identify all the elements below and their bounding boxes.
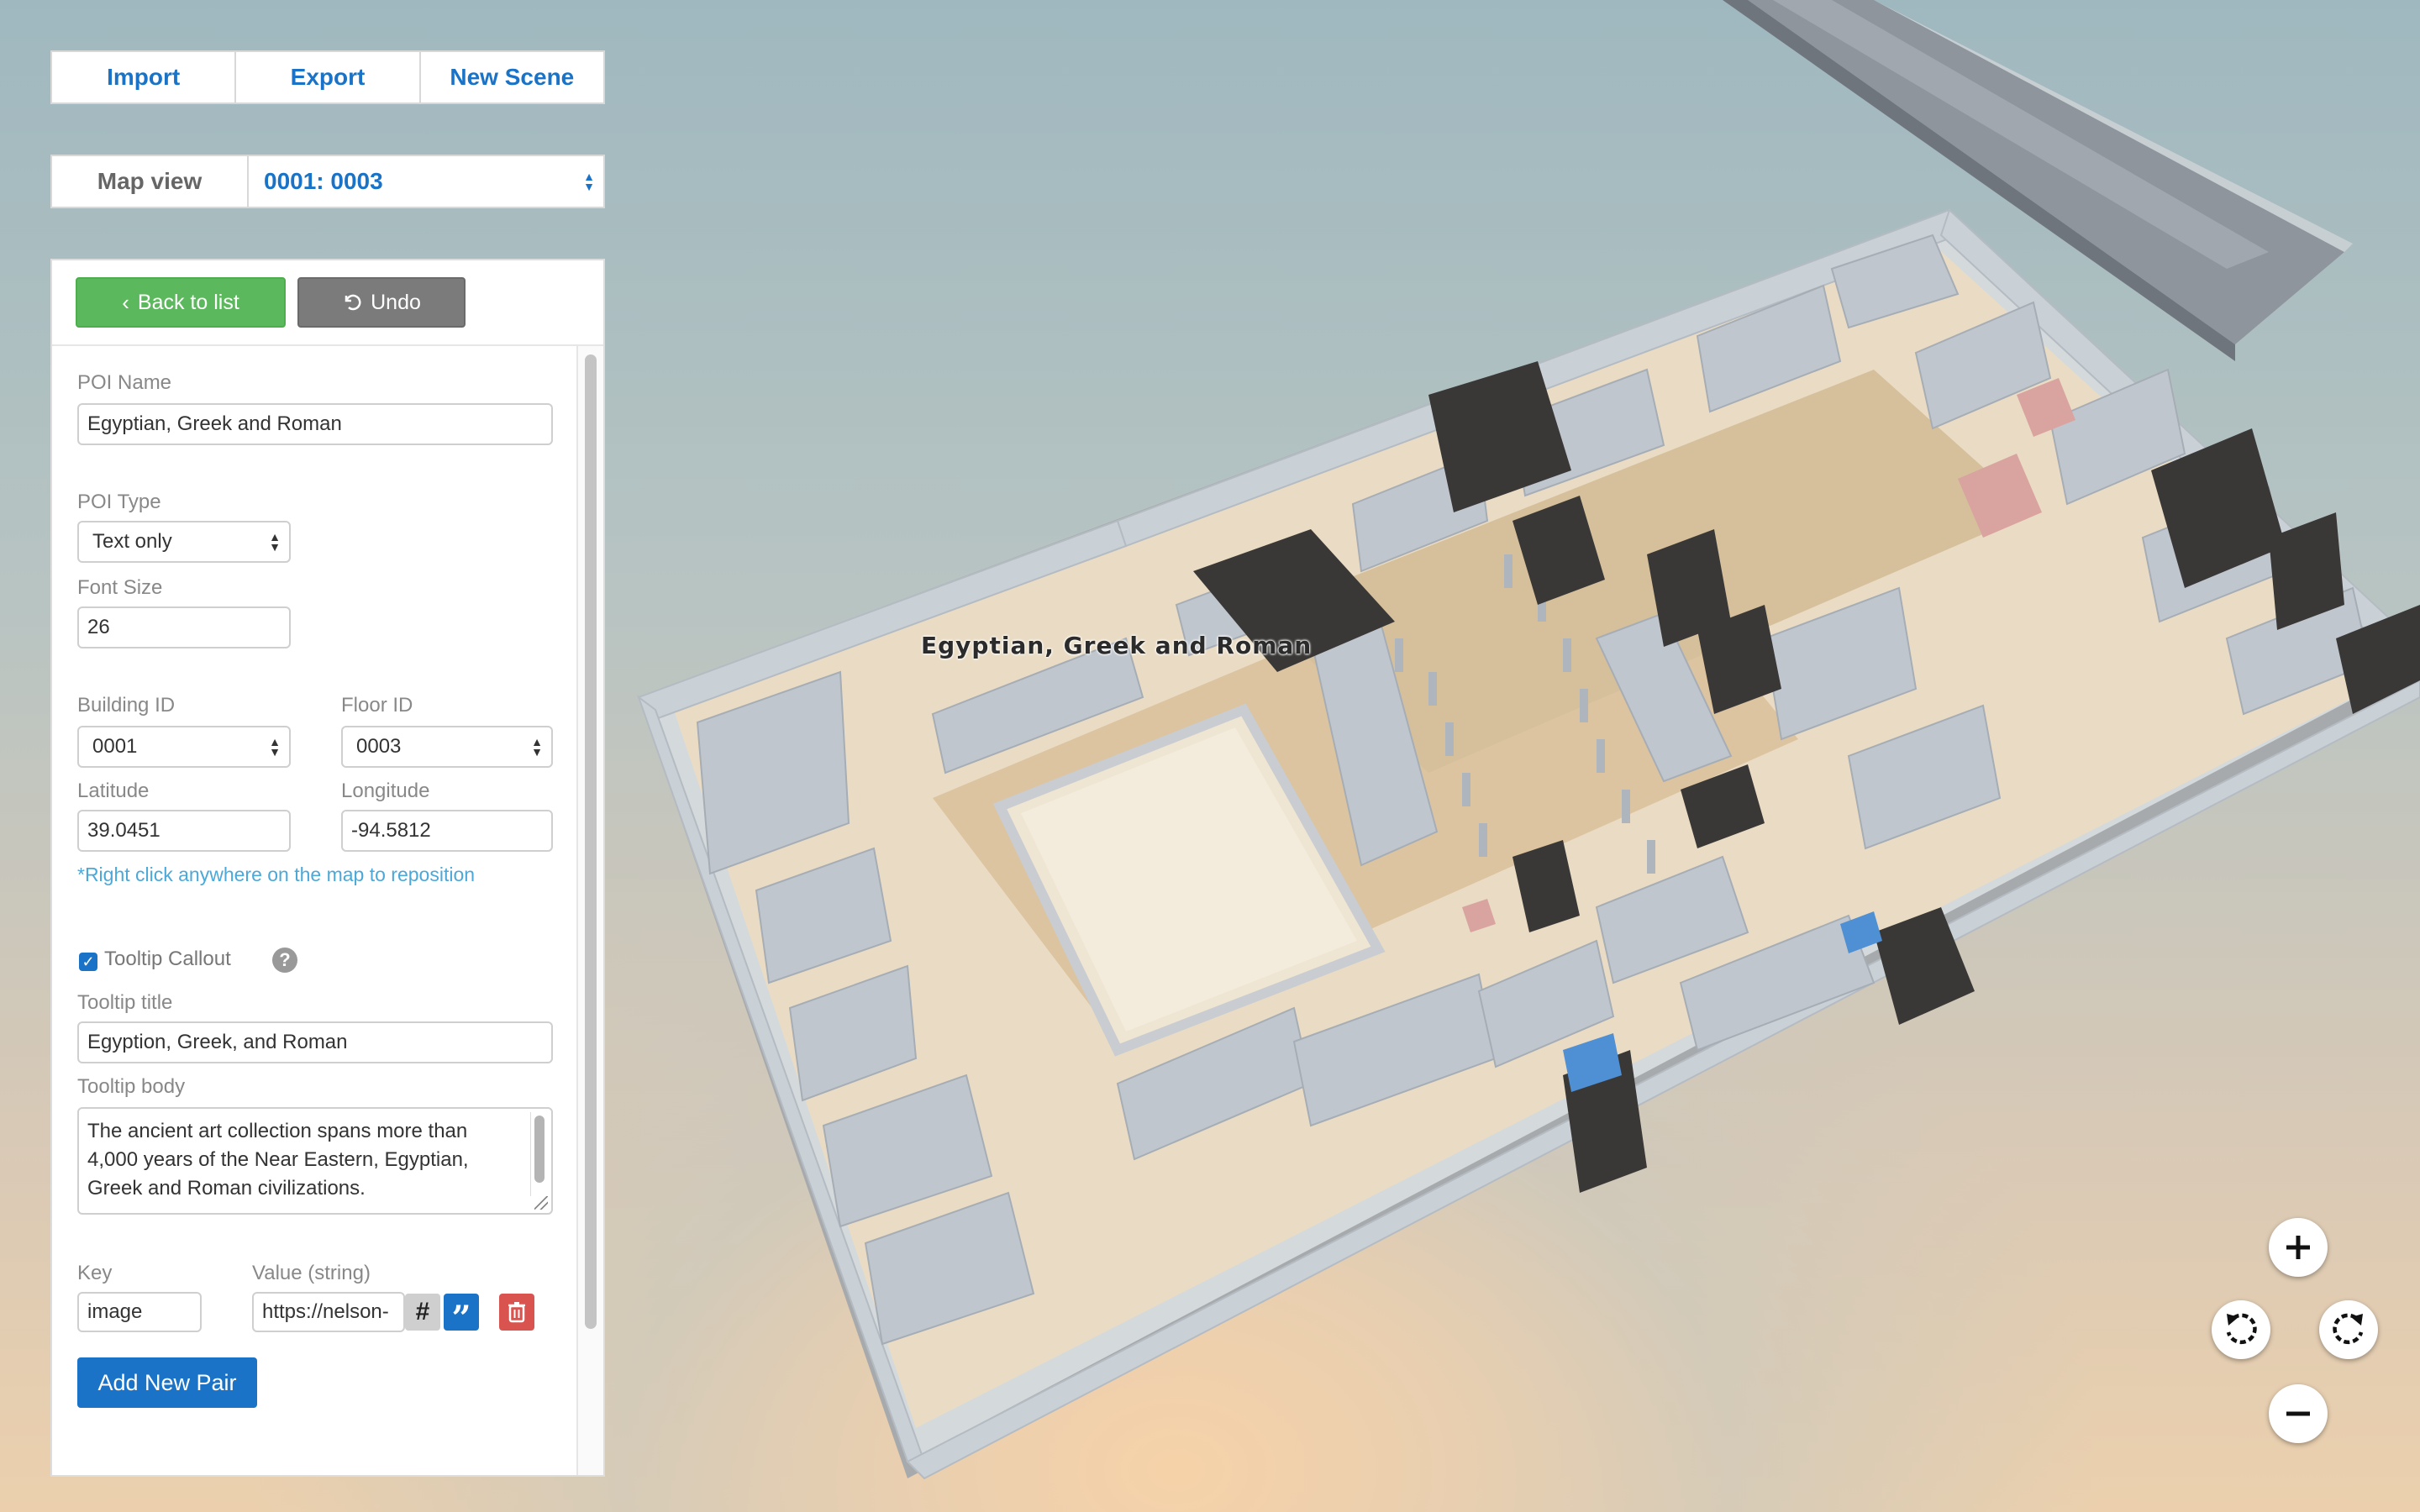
font-size-label: Font Size (77, 576, 163, 599)
select-arrows-icon: ▲ ▼ (583, 170, 595, 193)
hash-icon: # (415, 1298, 430, 1326)
poi-editor-panel: ‹ Back to list Undo POI Name Egyptian, G… (50, 259, 605, 1477)
floor-id-value: 0003 (356, 735, 402, 758)
undo-icon (345, 294, 361, 311)
map-view-selected: 0001: 0003 (264, 168, 383, 194)
panel-scrollbar[interactable] (576, 346, 603, 1475)
zoom-in-button[interactable] (2269, 1218, 2328, 1277)
quote-icon: ” (451, 1298, 471, 1338)
poi-name-input[interactable]: Egyptian, Greek and Roman (77, 403, 553, 445)
map-view-select[interactable]: 0001: 0003 ▲ ▼ (249, 156, 603, 207)
latitude-input[interactable]: 39.0451 (77, 810, 291, 852)
rotate-right-button[interactable] (2319, 1300, 2378, 1359)
tooltip-callout-label: Tooltip Callout (104, 948, 231, 970)
add-new-pair-button[interactable]: Add New Pair (77, 1357, 257, 1408)
undo-label: Undo (371, 290, 421, 314)
rotate-right-icon (2333, 1313, 2364, 1345)
poi-type-label: POI Type (77, 491, 161, 513)
value-input[interactable]: https://nelson- (252, 1292, 405, 1332)
key-input[interactable]: image (77, 1292, 202, 1332)
building-id-select[interactable]: 0001 ▲ ▼ (77, 726, 291, 768)
tooltip-body-text: The ancient art collection spans more th… (87, 1120, 469, 1200)
key-label: Key (77, 1262, 113, 1284)
chevron-left-icon: ‹ (122, 289, 129, 315)
new-scene-button[interactable]: New Scene (421, 52, 603, 102)
checkmark-icon: ✓ (82, 953, 95, 970)
back-to-list-button[interactable]: ‹ Back to list (76, 277, 286, 328)
textarea-scrollbar[interactable] (530, 1112, 548, 1196)
map-view-label: Map view (52, 156, 249, 207)
tooltip-title-input[interactable]: Egyption, Greek, and Roman (77, 1021, 553, 1063)
floor-id-select[interactable]: 0003 ▲ ▼ (341, 726, 553, 768)
resize-handle-icon[interactable] (534, 1196, 548, 1210)
undo-button[interactable]: Undo (297, 277, 466, 328)
poi-type-value: Text only (92, 530, 172, 553)
help-icon[interactable]: ? (272, 948, 297, 973)
trash-icon (508, 1302, 525, 1323)
select-arrows-icon: ▲ ▼ (269, 530, 281, 554)
rotate-left-icon (2226, 1313, 2257, 1345)
tooltip-callout-checkbox[interactable]: ✓ (79, 953, 97, 971)
minus-icon (2286, 1411, 2310, 1416)
export-button[interactable]: Export (236, 52, 421, 102)
longitude-input[interactable]: -94.5812 (341, 810, 553, 852)
plus-icon (2286, 1236, 2310, 1259)
scrollbar-thumb[interactable] (585, 354, 597, 1329)
rotate-left-button[interactable] (2212, 1300, 2270, 1359)
latitude-label: Latitude (77, 780, 150, 802)
map-view-bar: Map view 0001: 0003 ▲ ▼ (50, 155, 605, 208)
select-arrows-icon: ▲ ▼ (269, 735, 281, 759)
poi-name-label: POI Name (77, 371, 172, 394)
import-button[interactable]: Import (52, 52, 237, 102)
font-size-input[interactable]: 26 (77, 606, 291, 648)
longitude-label: Longitude (341, 780, 430, 802)
reposition-hint: *Right click anywhere on the map to repo… (77, 864, 476, 885)
map-poi-label[interactable]: Egyptian, Greek and Roman (921, 632, 1312, 659)
scene-toolbar: Import Export New Scene (50, 50, 605, 104)
building-id-value: 0001 (92, 735, 138, 758)
tooltip-body-label: Tooltip body (77, 1075, 186, 1098)
building-id-label: Building ID (77, 694, 176, 717)
select-arrows-icon: ▲ ▼ (531, 735, 543, 759)
delete-pair-button[interactable] (499, 1294, 534, 1331)
panel-header: ‹ Back to list Undo (52, 260, 603, 346)
floor-id-label: Floor ID (341, 694, 413, 717)
zoom-out-button[interactable] (2269, 1384, 2328, 1443)
number-type-button[interactable]: # (405, 1294, 440, 1331)
string-type-button[interactable]: ” (444, 1294, 479, 1338)
back-label: Back to list (137, 290, 239, 314)
value-label: Value (string) (252, 1262, 371, 1284)
panel-form: POI Name Egyptian, Greek and Roman POI T… (52, 346, 578, 1475)
tooltip-title-label: Tooltip title (77, 991, 173, 1014)
tooltip-body-textarea[interactable]: The ancient art collection spans more th… (77, 1107, 553, 1215)
poi-type-select[interactable]: Text only ▲ ▼ (77, 521, 291, 563)
